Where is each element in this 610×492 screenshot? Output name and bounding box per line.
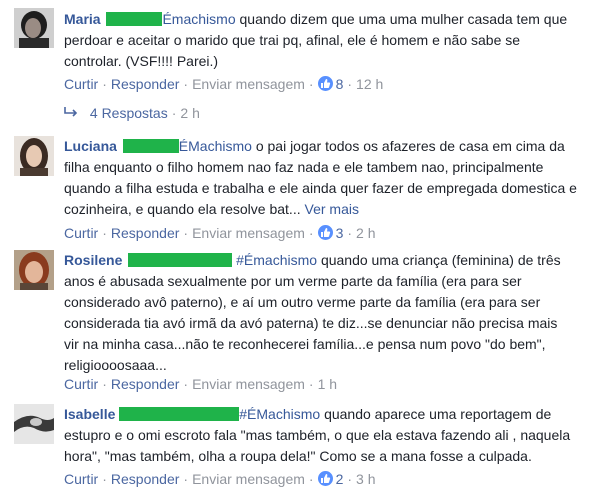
like-button[interactable]: Curtir — [64, 225, 98, 241]
hashtag[interactable]: Émachismo — [162, 11, 235, 27]
comment-text: filha enquanto o filho homem nao faz nad… — [64, 159, 544, 175]
comment-actions: Curtir · Responder · Enviar mensagem · 2 · 3 h — [64, 470, 376, 488]
reply-button[interactable]: Responder — [111, 471, 180, 487]
separator: · — [183, 376, 189, 392]
comment-text: cozinheira, e quando ela resolve bat... — [64, 201, 301, 217]
separator: · — [102, 376, 107, 392]
comment-text: quando dizem que uma uma mulher casada t… — [235, 11, 568, 27]
comment-actions: Curtir · Responder · Enviar mensagem · 8 · 12 h — [64, 75, 383, 93]
avatar[interactable] — [14, 8, 54, 48]
like-button[interactable]: Curtir — [64, 471, 98, 487]
comment-text: religioooosaaa... — [64, 357, 167, 373]
author-name[interactable]: Maria — [64, 11, 101, 27]
comment-text: hora", "mas também, olha a roupa dela!" … — [64, 448, 532, 464]
separator: · — [308, 225, 314, 241]
comment-body: Rosilene #Émachismo quando uma criança (… — [64, 250, 604, 376]
comment-body: Isabelle #ÉMachismo quando aparece uma r… — [64, 404, 604, 467]
replies-timestamp: 2 h — [180, 105, 200, 121]
author-name[interactable]: Isabelle — [64, 406, 115, 422]
author-name[interactable]: Luciana — [64, 138, 117, 154]
avatar[interactable] — [14, 404, 54, 444]
redacted-name — [119, 407, 240, 421]
like-button[interactable]: Curtir — [64, 376, 98, 392]
reply-arrow-icon — [64, 104, 86, 122]
replies-count[interactable]: 4 Respostas — [90, 105, 168, 121]
send-message-button[interactable]: Enviar mensagem — [192, 471, 305, 487]
like-button[interactable]: Curtir — [64, 76, 98, 92]
separator: · — [347, 76, 353, 92]
avatar[interactable] — [14, 250, 54, 290]
comment-text: o pai jogar todos os afazeres de casa em… — [251, 138, 565, 154]
comment-text: quando uma criança (feminina) de três — [317, 252, 561, 268]
timestamp[interactable]: 3 h — [356, 471, 375, 487]
timestamp[interactable]: 12 h — [356, 76, 383, 92]
comment-actions: Curtir · Responder · Enviar mensagem · 3 · 2 h — [64, 224, 376, 242]
redacted-name — [106, 12, 163, 26]
author-name[interactable]: Rosilene — [64, 252, 122, 268]
comment-text: quando a filha estuda e trabalha e ele a… — [64, 180, 577, 196]
separator: · — [308, 76, 314, 92]
avatar[interactable] — [14, 136, 54, 176]
reply-button[interactable]: Responder — [111, 376, 180, 392]
like-reaction-icon — [317, 76, 333, 91]
reply-button[interactable]: Responder — [111, 76, 180, 92]
send-message-button[interactable]: Enviar mensagem — [192, 225, 305, 241]
redacted-name — [128, 253, 233, 267]
separator: · — [102, 471, 107, 487]
see-more-link[interactable]: Ver mais — [305, 201, 359, 217]
comment-text: quando aparece uma reportagem de — [320, 406, 552, 422]
separator: · — [102, 76, 107, 92]
like-reaction-icon — [317, 225, 333, 240]
comment-text: considerada tia avó irmã da avó paterna)… — [64, 315, 558, 331]
separator: · — [183, 225, 189, 241]
comment-text: considerado avô paterno), e aí um outro … — [64, 294, 541, 310]
comment-actions: Curtir · Responder · Enviar mensagem · 1 h — [64, 375, 337, 393]
separator: · — [102, 225, 107, 241]
timestamp[interactable]: 1 h — [318, 376, 337, 392]
send-message-button[interactable]: Enviar mensagem — [192, 76, 305, 92]
separator: · — [347, 471, 353, 487]
send-message-button[interactable]: Enviar mensagem — [192, 376, 305, 392]
timestamp[interactable]: 2 h — [356, 225, 375, 241]
separator: · — [183, 76, 189, 92]
separator: · — [171, 105, 177, 121]
comment-body: Maria Émachismo quando dizem que uma uma… — [64, 9, 604, 72]
comment-text: anos é abusada sexualmente por um verme … — [64, 273, 522, 289]
comment-text: estupro e o omi escroto fala "mas também… — [64, 427, 571, 443]
hashtag[interactable]: ÉMachismo — [179, 138, 252, 154]
separator: · — [183, 471, 189, 487]
comment-body: Luciana ÉMachismo o pai jogar todos os a… — [64, 136, 604, 220]
reply-button[interactable]: Responder — [111, 225, 180, 241]
separator: · — [308, 471, 314, 487]
separator: · — [347, 225, 353, 241]
comment-text: controlar. (VSF!!!! Parei.) — [64, 53, 219, 69]
comment-text: vir na minha casa...não te reconhecerei … — [64, 336, 546, 352]
hashtag[interactable]: #Émachismo — [236, 252, 317, 268]
comment-text: perdoar e aceitar o marido que trai pq, … — [64, 32, 521, 48]
separator: · — [308, 376, 314, 392]
replies-link[interactable]: 4 Respostas · 2 h — [64, 104, 200, 122]
like-reaction-icon — [317, 471, 333, 486]
redacted-name — [122, 139, 179, 153]
hashtag[interactable]: #ÉMachismo — [239, 406, 320, 422]
